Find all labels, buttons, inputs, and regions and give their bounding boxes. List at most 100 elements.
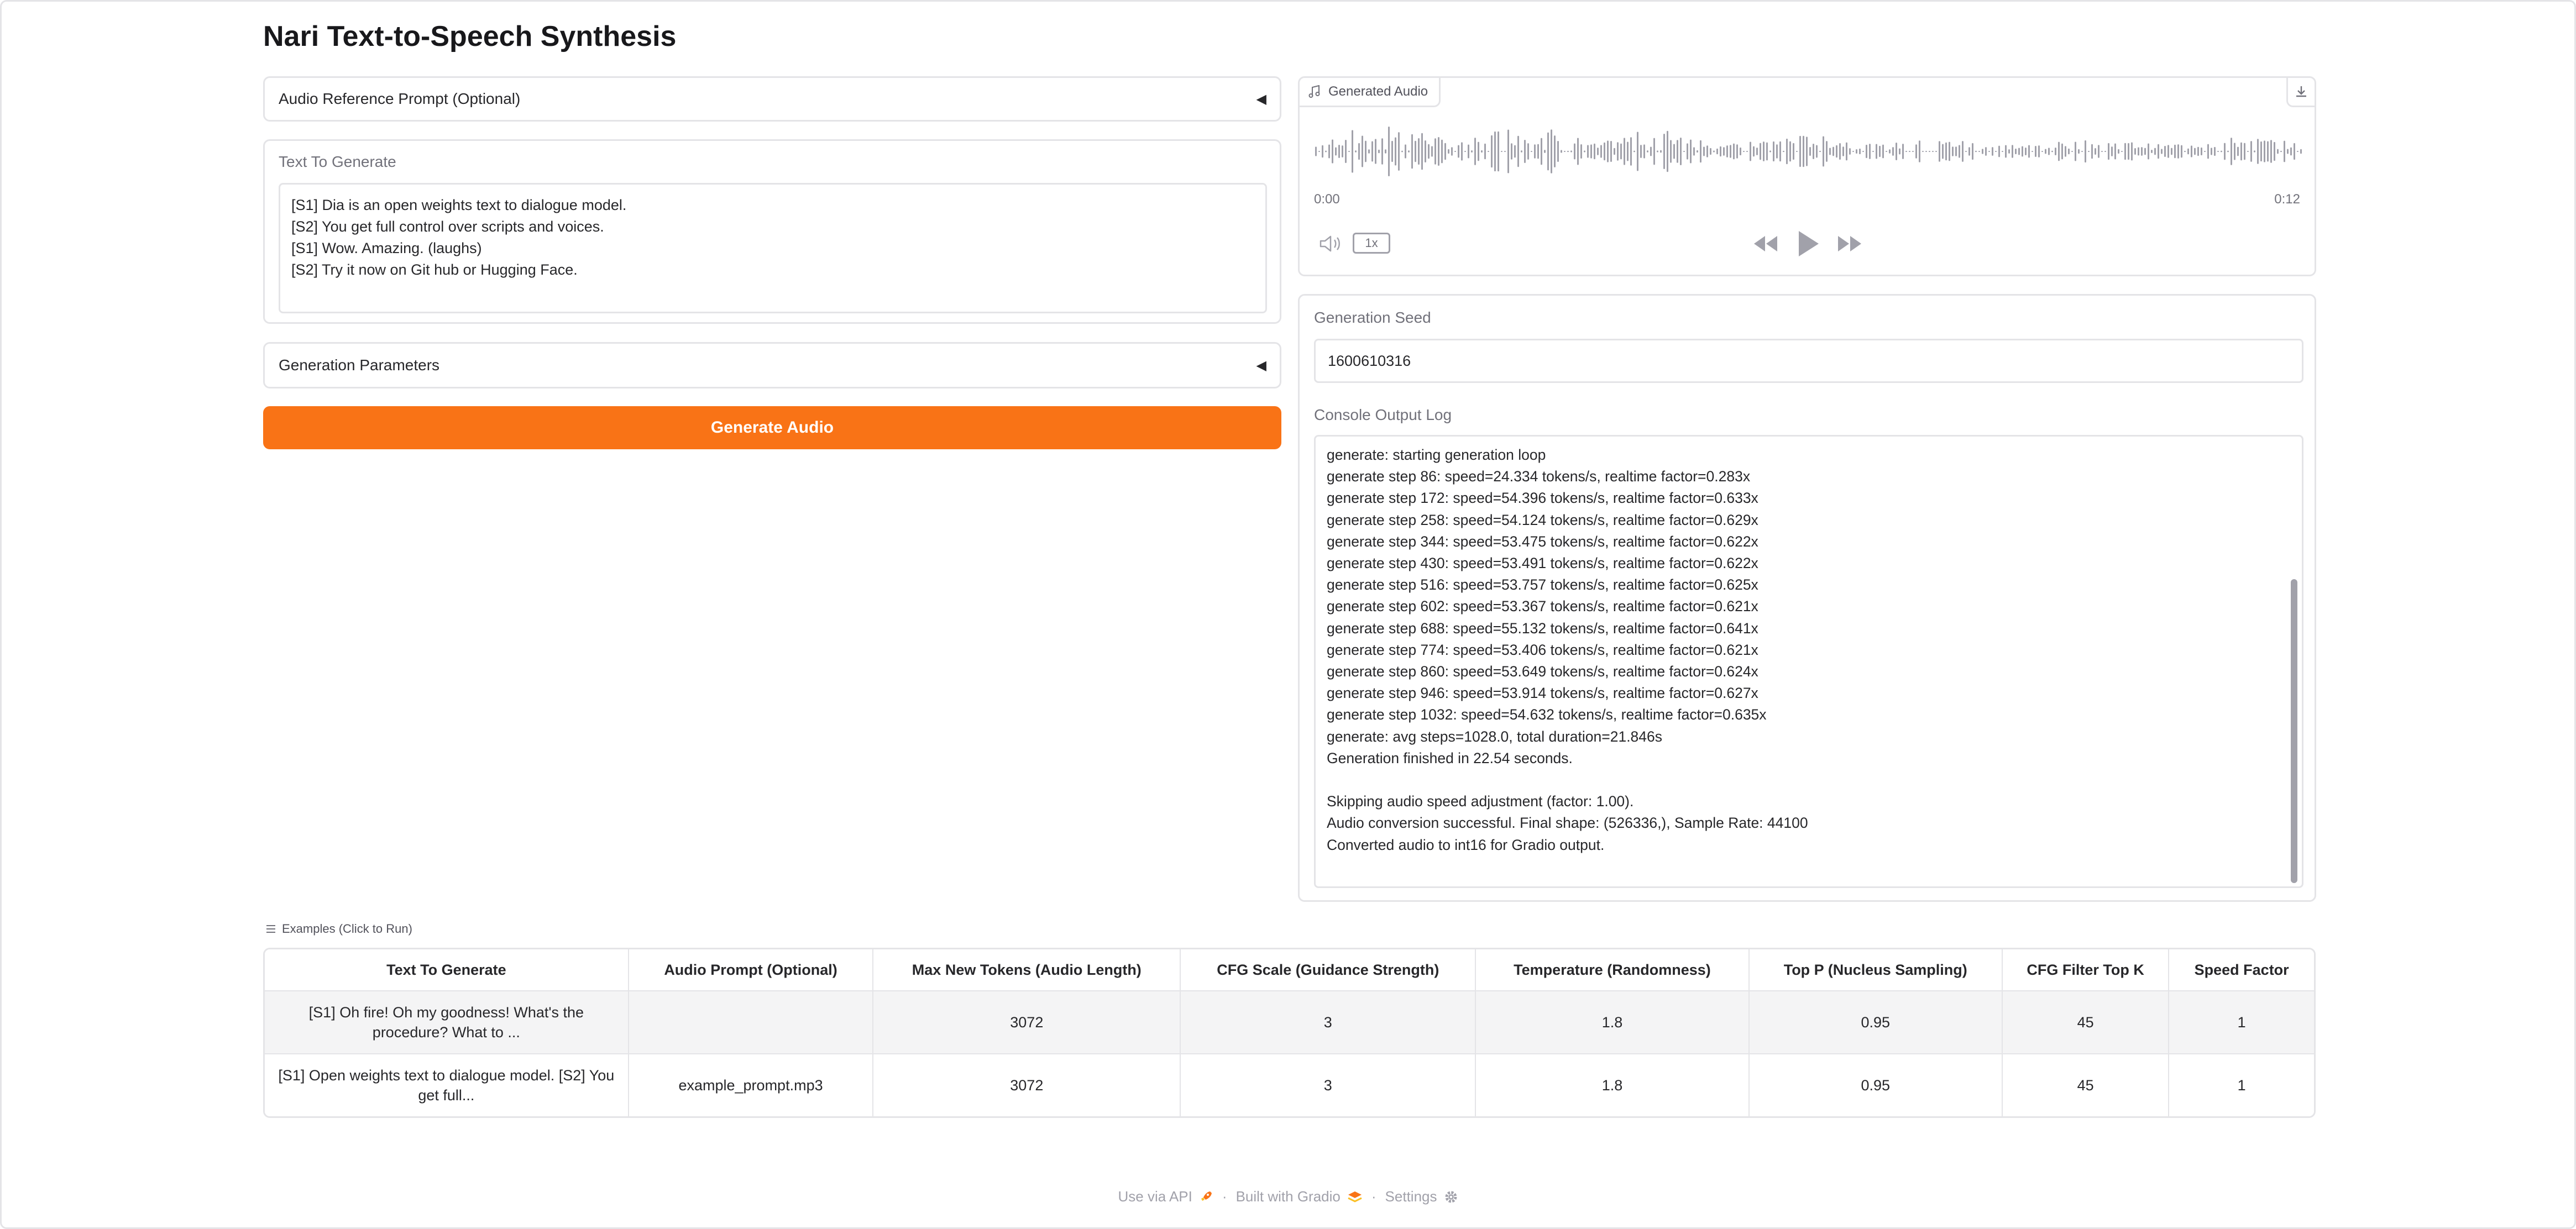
- waveform-bar: [1338, 144, 1340, 159]
- waveform-bar: [1511, 143, 1512, 160]
- table-row[interactable]: [S1] Oh fire! Oh my goodness! What's the…: [265, 991, 2314, 1054]
- waveform-bar: [1325, 150, 1327, 153]
- waveform-bar: [1371, 141, 1373, 162]
- waveform-bar: [1832, 146, 1834, 156]
- audio-label-chip: Generated Audio: [1300, 78, 1441, 107]
- download-button[interactable]: [2286, 78, 2315, 107]
- console-output-log[interactable]: generate: starting generation loop genera…: [1314, 435, 2303, 888]
- fast-forward-button[interactable]: [1836, 232, 1863, 256]
- waveform-bar: [1733, 143, 1735, 160]
- waveform-bar: [1915, 144, 1917, 159]
- console-line: generate step 602: speed=53.367 tokens/s…: [1327, 598, 1758, 615]
- waveform-bar: [1912, 151, 1914, 152]
- waveform-bar: [1527, 143, 1529, 160]
- waveform-bar: [2167, 145, 2169, 158]
- waveform-bar: [1362, 135, 1363, 167]
- waveform-bar: [2108, 143, 2109, 160]
- waveform-bar: [1663, 134, 1665, 169]
- waveform-bar: [1551, 129, 1552, 174]
- table-cell: [S1] Open weights text to dialogue model…: [265, 1054, 629, 1116]
- waveform-bar: [1630, 137, 1632, 166]
- caret-left-icon: ◀: [1256, 91, 1266, 107]
- waveform-bar: [1806, 136, 1808, 166]
- table-cell: 1: [2169, 991, 2314, 1054]
- waveform-bar: [2277, 149, 2279, 154]
- waveform-bar: [1441, 139, 1443, 164]
- waveform-bar: [2015, 148, 2017, 155]
- generation-parameters-accordion[interactable]: Generation Parameters ◀: [263, 342, 1281, 388]
- waveform-bar: [1816, 145, 1818, 158]
- generation-seed-field[interactable]: 1600610316: [1314, 339, 2303, 383]
- waveform-bar: [1633, 150, 1635, 153]
- console-line: generate step 860: speed=53.649 tokens/s…: [1327, 663, 1758, 680]
- waveform-bar: [1842, 146, 1844, 156]
- waveform-bar: [1541, 138, 1542, 165]
- waveform-bar: [1799, 135, 1801, 167]
- waveform-bar: [2290, 147, 2292, 156]
- use-via-api-link[interactable]: Use via API: [1118, 1188, 1213, 1205]
- waveform-bar: [2061, 143, 2063, 160]
- waveform-bar: [1736, 144, 1738, 159]
- volume-button[interactable]: [1318, 232, 1343, 256]
- console-scrollbar[interactable]: [2291, 579, 2297, 883]
- waveform-bar: [1905, 151, 1907, 152]
- waveform-bar: [2038, 145, 2040, 157]
- waveform[interactable]: [1314, 121, 2303, 182]
- console-line: Skipping audio speed adjustment (factor:…: [1327, 793, 1634, 810]
- table-cell: 3: [1181, 991, 1477, 1054]
- audio-prompt-accordion[interactable]: Audio Reference Prompt (Optional) ◀: [263, 76, 1281, 122]
- waveform-bar: [2025, 147, 2027, 156]
- waveform-bar: [1401, 150, 1403, 153]
- waveform-bar: [2234, 143, 2235, 160]
- waveform-bar: [2045, 149, 2046, 154]
- generate-audio-button[interactable]: Generate Audio: [263, 406, 1281, 449]
- waveform-bar: [1882, 144, 1884, 159]
- examples-table: Text To Generate Audio Prompt (Optional) M…: [263, 948, 2316, 1118]
- table-cell: 1: [2169, 1054, 2314, 1116]
- table-row[interactable]: [S1] Open weights text to dialogue model…: [265, 1054, 2314, 1116]
- console-line: generate step 516: speed=53.757 tokens/s…: [1327, 576, 1758, 594]
- waveform-bar: [2300, 149, 2302, 154]
- waveform-bar: [1342, 145, 1343, 157]
- waveform-bar: [1428, 144, 1430, 159]
- waveform-bar: [2035, 146, 2036, 157]
- seed-label: Generation Seed: [1314, 309, 1431, 326]
- waveform-bar: [1786, 138, 1788, 165]
- audio-player: Generated Audio 0:00 0:12 1x: [1298, 76, 2316, 276]
- waveform-bar: [1730, 145, 1731, 158]
- waveform-bar: [1673, 144, 1675, 159]
- cell-text: 3: [1323, 1077, 1332, 1094]
- waveform-bar: [1660, 150, 1662, 153]
- waveform-bar: [1471, 150, 1473, 153]
- waveform-bar: [2128, 143, 2129, 160]
- download-icon: [2296, 86, 2306, 97]
- waveform-bar: [2267, 141, 2269, 162]
- waveform-bar: [1355, 150, 1357, 153]
- waveform-bar: [1381, 138, 1383, 165]
- gradio-logo-icon: [1348, 1191, 1362, 1202]
- rocket-icon: [1201, 1191, 1212, 1201]
- output-block: Generation Seed 1600610316 Console Outpu…: [1298, 294, 2316, 902]
- waveform-bar: [2270, 140, 2272, 163]
- text-to-generate-textarea[interactable]: [S1] Dia is an open weights text to dial…: [279, 183, 1267, 313]
- waveform-bar: [1378, 149, 1380, 154]
- waveform-bar: [1776, 144, 1778, 159]
- waveform-bar: [1789, 141, 1791, 162]
- waveform-bar: [2151, 150, 2153, 153]
- waveform-bar: [1332, 139, 1333, 164]
- rewind-button[interactable]: [1752, 232, 1779, 256]
- waveform-bar: [1411, 134, 1413, 169]
- settings-link[interactable]: Settings: [1385, 1188, 1458, 1205]
- play-button[interactable]: [1794, 227, 1821, 260]
- cell-text: 45: [2077, 1077, 2094, 1094]
- waveform-bar: [1524, 139, 1526, 164]
- waveform-bar: [2144, 148, 2146, 155]
- column-header: Speed Factor: [2169, 949, 2314, 991]
- waveform-bar: [2257, 139, 2259, 164]
- built-with-gradio-link[interactable]: Built with Gradio: [1236, 1188, 1363, 1205]
- table-cell: 0.95: [1749, 991, 2003, 1054]
- gear-icon: [1445, 1191, 1457, 1202]
- playback-rate-button[interactable]: 1x: [1353, 233, 1390, 254]
- waveform-bar: [1322, 145, 1323, 158]
